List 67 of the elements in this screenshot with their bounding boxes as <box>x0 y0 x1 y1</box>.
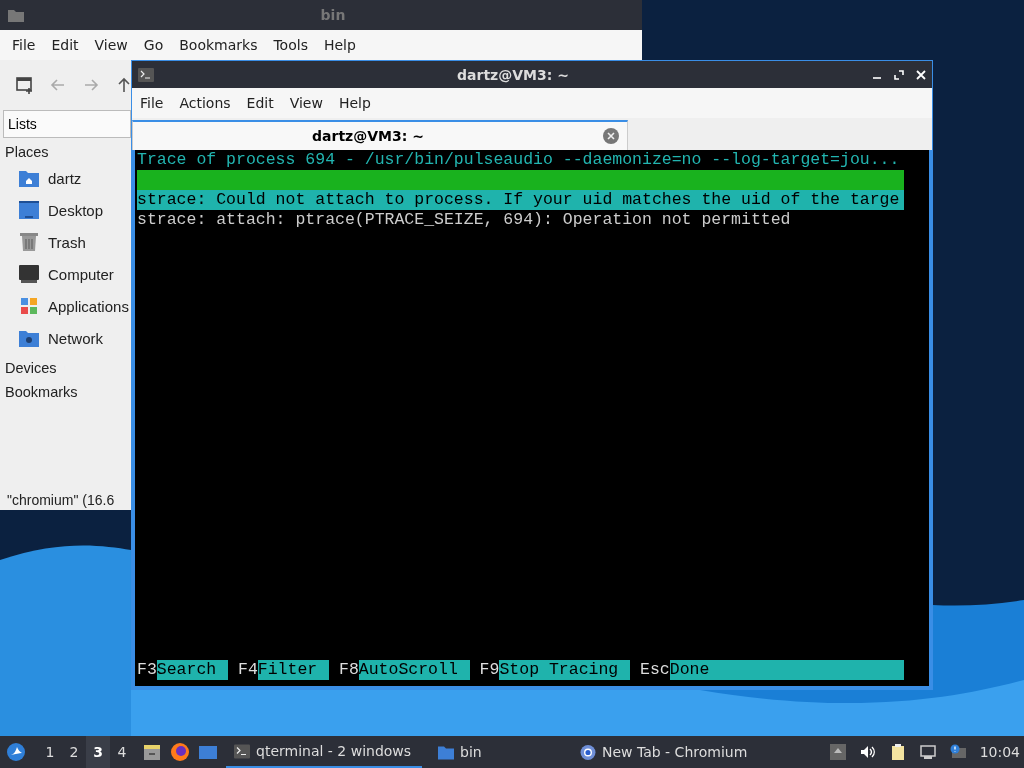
close-icon[interactable] <box>916 69 926 80</box>
trace-header: Trace of process 694 - /usr/bin/pulseaudio --daemonize=no --log-target=jou... <box>137 150 901 170</box>
side-panel-selector[interactable]: Lists <box>3 110 131 138</box>
computer-icon <box>19 265 39 283</box>
menu-item[interactable]: Actions <box>171 93 239 113</box>
folder-icon <box>8 8 24 22</box>
function-key-label[interactable]: Search <box>156 660 229 680</box>
menu-item[interactable]: File <box>132 93 172 113</box>
status-text: "chromium" (16.6 <box>6 492 116 510</box>
sidebar-item[interactable]: Applications <box>0 290 131 322</box>
sidebar-item[interactable]: Trash <box>0 226 131 258</box>
trace-line: strace: attach: ptrace(PTRACE_SEIZE, 694): Operation not permitted <box>137 210 792 230</box>
clipboard-icon[interactable] <box>889 744 906 760</box>
function-key-label[interactable]: AutoScroll <box>358 660 470 680</box>
desktop-icon <box>19 201 39 219</box>
menu-item[interactable]: View <box>281 93 331 113</box>
workspace-button[interactable]: 3 <box>86 736 110 768</box>
new-window-icon[interactable] <box>16 76 34 94</box>
taskbar-task[interactable]: New Tab - Chromium <box>572 736 756 768</box>
browser-icon <box>580 744 596 760</box>
menu-item[interactable]: Go <box>135 35 172 55</box>
function-key-label[interactable]: Done <box>669 660 904 680</box>
function-key: F4 <box>238 660 258 680</box>
sidebar-section-header[interactable]: Bookmarks <box>0 378 131 402</box>
function-key-label[interactable]: Filter <box>257 660 330 680</box>
window-title: bin <box>319 7 347 23</box>
function-key-label[interactable]: Stop Tracing <box>499 660 631 680</box>
menu-item[interactable]: Bookmarks <box>171 35 266 55</box>
sidebar-item[interactable]: dartz <box>0 162 131 194</box>
function-key: F3 <box>137 660 157 680</box>
menu-item[interactable]: Tools <box>265 35 316 55</box>
menu-item[interactable]: Edit <box>43 35 87 55</box>
maximize-icon[interactable] <box>894 69 904 80</box>
folder-icon <box>438 744 454 760</box>
sidebar-item[interactable]: Computer <box>0 258 131 290</box>
start-menu-icon[interactable] <box>6 742 26 762</box>
file-cabinet-icon[interactable] <box>142 742 162 762</box>
eject-icon[interactable] <box>829 744 846 760</box>
speaker-icon[interactable] <box>859 744 876 760</box>
clock[interactable]: 10:04 <box>979 744 1020 760</box>
menu-item[interactable]: Help <box>315 35 364 55</box>
terminal-icon <box>234 743 250 759</box>
applications-icon <box>19 297 39 315</box>
menu-item[interactable]: View <box>86 35 136 55</box>
notification-icon[interactable] <box>949 744 966 760</box>
terminal-tab[interactable]: dartz@VM3: ~ <box>132 120 628 150</box>
function-key: F9 <box>479 660 500 680</box>
menu-item[interactable]: File <box>4 35 44 55</box>
sidebar-section-header[interactable]: Devices <box>0 354 131 378</box>
home-folder-icon <box>19 169 39 187</box>
menu-item[interactable]: Help <box>330 93 379 113</box>
workspace-button[interactable]: 2 <box>62 736 86 768</box>
trash-icon <box>19 233 39 251</box>
window-title: dartz@VM3: ~ <box>456 66 570 83</box>
sidebar-item[interactable]: Desktop <box>0 194 131 226</box>
browser-icon[interactable] <box>170 742 190 762</box>
function-key: F8 <box>339 660 359 680</box>
network-folder-icon <box>19 329 39 347</box>
terminal-icon <box>138 67 154 82</box>
workspace-button[interactable]: 4 <box>110 736 134 768</box>
taskbar-task[interactable]: qterminal - 2 windows <box>226 736 422 768</box>
function-key: Esc <box>640 660 670 680</box>
sidebar-section-header[interactable]: Places <box>0 138 131 162</box>
workspace-button[interactable]: 1 <box>38 736 62 768</box>
sidebar-item[interactable]: Network <box>0 322 131 354</box>
taskbar-task[interactable]: bin <box>430 736 490 768</box>
menu-item[interactable]: Edit <box>238 93 282 113</box>
